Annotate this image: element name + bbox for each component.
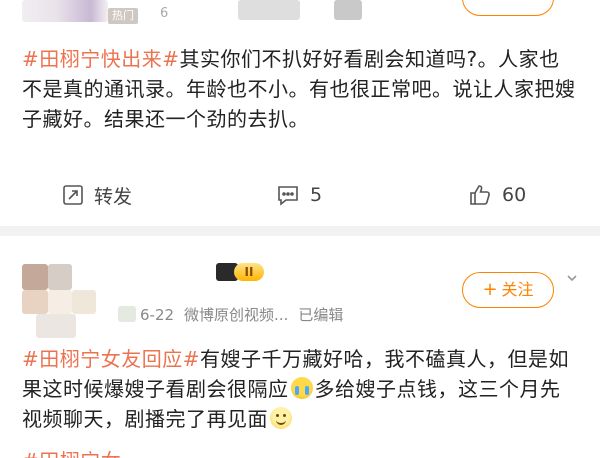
blurred-avatar-strip <box>22 0 108 22</box>
follow-label: 关注 <box>501 280 534 299</box>
like-icon <box>470 185 490 205</box>
edited-label[interactable]: 已编辑 <box>298 304 343 325</box>
follow-button[interactable]: + 关注 <box>462 272 554 308</box>
blurred-media-1 <box>238 0 300 20</box>
hashtag-link[interactable]: #田栩宁女友回应# <box>22 347 200 371</box>
comment-button[interactable]: 5 <box>276 175 322 215</box>
level-badge: II <box>234 263 264 281</box>
repost-button[interactable]: 转发 <box>62 175 132 215</box>
like-button[interactable]: 60 <box>468 175 526 215</box>
crying-emoji-icon <box>290 377 313 399</box>
post-time-fragment: 6 <box>160 6 169 21</box>
post-source[interactable]: 微博原创视频... <box>184 304 288 325</box>
chevron-down-icon[interactable] <box>566 272 578 284</box>
post-divider <box>0 226 600 236</box>
hashtag-link[interactable]: #田栩宁快出来# <box>22 47 180 71</box>
plus-icon: + <box>482 279 498 300</box>
comment-count: 5 <box>310 184 323 206</box>
follow-button-partial[interactable] <box>462 0 554 16</box>
like-count: 60 <box>502 184 527 206</box>
blurred-media-2 <box>334 0 362 20</box>
smile-emoji-icon <box>270 407 292 429</box>
next-line-partial: #田栩宁女 <box>22 446 578 458</box>
post-content: #田栩宁女友回应#有嫂子千万藏好哈，我不磕真人，但是如果这时候爆嫂子看剧会很隔应… <box>22 344 578 434</box>
comment-icon <box>278 186 298 206</box>
avatar[interactable] <box>22 264 96 338</box>
repost-label: 转发 <box>94 185 133 208</box>
hot-badge: 热门 <box>108 8 138 24</box>
post-meta: 6-22 微博原创视频... 已编辑 <box>118 304 343 325</box>
post-date: 6-22 <box>140 305 175 324</box>
share-icon <box>63 185 83 205</box>
action-bar: 转发 5 60 <box>0 175 600 215</box>
weibo-post-1: 热门 6 #田栩宁快出来#其实你们不扒好好看剧会知道吗?。人家也不是真的通讯录。… <box>0 0 600 226</box>
post-content: #田栩宁快出来#其实你们不扒好好看剧会知道吗?。人家也不是真的通讯录。年龄也不小… <box>22 44 578 134</box>
weibo-post-2: II 6-22 微博原创视频... 已编辑 + 关注 #田栩宁女友回应#有嫂子千万… <box>0 236 600 458</box>
